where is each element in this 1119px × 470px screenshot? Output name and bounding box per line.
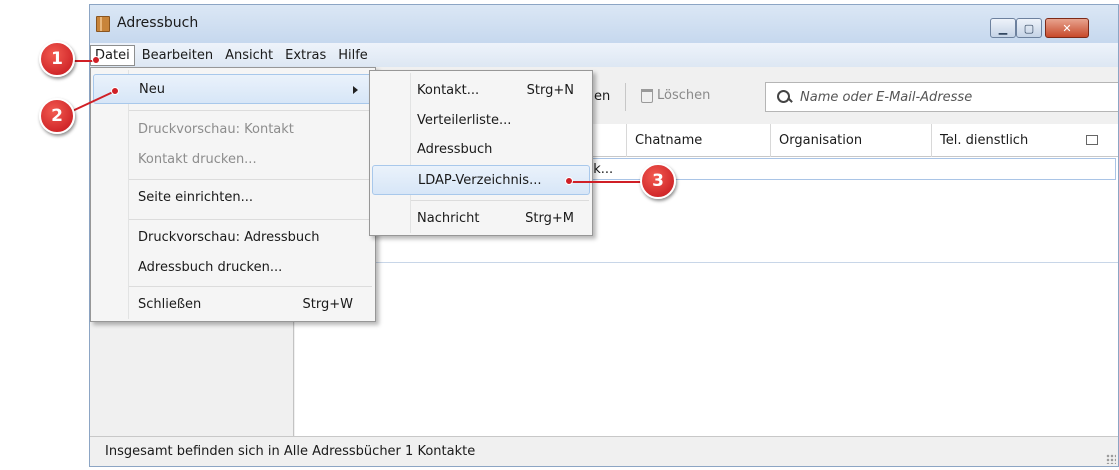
menu-item-label: Adressbuch — [417, 142, 493, 157]
menu-item-label: Druckvorschau: Adressbuch — [138, 230, 320, 245]
callout-badge-1: 1 — [39, 41, 75, 77]
submenu-item-adressbuch[interactable]: Adressbuch — [372, 135, 590, 165]
menu-item-schliessen[interactable]: Schließen Strg+W — [93, 290, 373, 320]
status-text: Insgesamt befinden sich in Alle Adressbü… — [105, 444, 476, 459]
column-header-tel-dienstlich[interactable]: Tel. dienstlich — [931, 124, 1081, 157]
menu-hilfe[interactable]: Hilfe — [333, 45, 373, 66]
menu-item-shortcut: Strg+M — [525, 211, 574, 226]
column-header-organisation[interactable]: Organisation — [770, 124, 931, 157]
column-header-chatname[interactable]: Chatname — [626, 124, 770, 157]
menu-bar: Datei Bearbeiten Ansicht Extras Hilfe — [90, 43, 1118, 67]
toolbar-button-partial-label[interactable]: en — [594, 89, 610, 104]
search-input[interactable]: Name oder E-Mail-Adresse — [765, 82, 1118, 112]
menu-item-label: Seite einrichten... — [138, 190, 254, 205]
menu-item-druckvorschau-adressbuch[interactable]: Druckvorschau: Adressbuch — [93, 223, 373, 253]
menu-item-label: Kontakt... — [417, 83, 480, 98]
menu-item-adressbuch-drucken[interactable]: Adressbuch drucken... — [93, 253, 373, 283]
menu-item-druckvorschau-kontakt: Druckvorschau: Kontakt — [93, 115, 373, 145]
neu-submenu: Kontakt... Strg+N Verteilerliste... Adre… — [369, 70, 593, 236]
callout-2-dot — [111, 87, 119, 95]
menu-item-label: LDAP-Verzeichnis... — [418, 173, 542, 188]
callout-3-line — [570, 181, 642, 183]
submenu-item-verteilerliste[interactable]: Verteilerliste... — [372, 106, 590, 136]
menu-item-shortcut: Strg+N — [526, 83, 574, 98]
callout-3-dot — [565, 177, 573, 185]
search-placeholder: Name oder E-Mail-Adresse — [800, 89, 973, 105]
menu-item-label: Neu — [139, 82, 165, 97]
window-title: Adressbuch — [117, 15, 199, 31]
menu-item-kontakt-drucken: Kontakt drucken... — [93, 145, 373, 175]
menu-separator — [129, 286, 372, 287]
menu-separator — [411, 200, 589, 201]
menu-item-label: Adressbuch drucken... — [138, 260, 283, 275]
menu-item-seite-einrichten[interactable]: Seite einrichten... — [93, 183, 373, 213]
menu-extras[interactable]: Extras — [280, 45, 331, 66]
menu-item-shortcut: Strg+W — [302, 297, 353, 312]
search-icon — [777, 89, 792, 105]
maximize-button[interactable]: ▢ — [1016, 18, 1042, 38]
datei-menu: Neu Druckvorschau: Kontakt Kontakt druck… — [90, 67, 376, 322]
menu-item-label: Schließen — [138, 297, 202, 312]
list-divider — [295, 262, 1118, 263]
title-bar: Adressbuch ▁ ▢ ✕ — [90, 5, 1118, 43]
delete-label: Löschen — [657, 88, 711, 103]
menu-bearbeiten[interactable]: Bearbeiten — [137, 45, 218, 66]
callout-badge-3: 3 — [640, 163, 676, 199]
toolbar-separator — [625, 83, 626, 111]
menu-item-neu[interactable]: Neu — [93, 74, 373, 104]
addressbook-app-icon — [96, 16, 110, 32]
submenu-item-kontakt[interactable]: Kontakt... Strg+N — [372, 76, 590, 106]
menu-item-label: Druckvorschau: Kontakt — [138, 122, 294, 137]
callout-1-dot — [92, 56, 100, 64]
chevron-right-icon — [353, 86, 358, 94]
menu-item-label: Kontakt drucken... — [138, 152, 257, 167]
minimize-button[interactable]: ▁ — [990, 18, 1016, 38]
delete-button[interactable]: Löschen — [641, 88, 710, 103]
submenu-item-nachricht[interactable]: Nachricht Strg+M — [372, 204, 590, 234]
resize-grip[interactable] — [1106, 454, 1116, 464]
submenu-item-ldap[interactable]: LDAP-Verzeichnis... — [372, 165, 590, 195]
trash-icon — [641, 88, 653, 103]
menu-item-label: Nachricht — [417, 211, 480, 226]
callout-badge-2: 2 — [39, 98, 75, 134]
status-bar: Insgesamt befinden sich in Alle Adressbü… — [90, 436, 1118, 466]
menu-ansicht[interactable]: Ansicht — [220, 45, 278, 66]
menu-separator — [129, 110, 372, 111]
menu-item-label: Verteilerliste... — [417, 113, 512, 128]
menu-separator — [129, 179, 372, 180]
close-button[interactable]: ✕ — [1045, 18, 1089, 38]
column-picker-icon[interactable] — [1086, 135, 1098, 145]
menu-separator — [129, 219, 372, 220]
